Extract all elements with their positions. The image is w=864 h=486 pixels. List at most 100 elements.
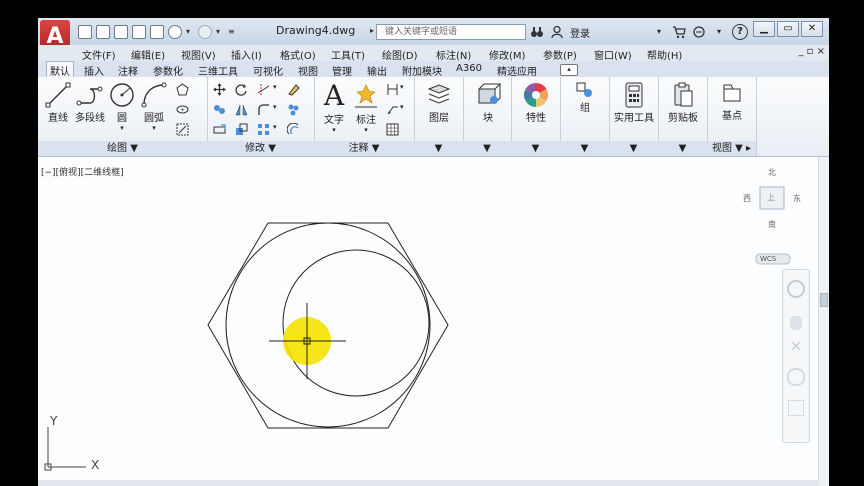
arc-dropdown-icon[interactable]: ▾ — [140, 124, 168, 132]
trim-dropdown-icon[interactable]: ▾ — [273, 83, 286, 96]
doc-window-controls[interactable]: _ ▫ × — [798, 46, 825, 57]
binoculars-icon[interactable] — [530, 25, 544, 39]
ellipse-icon[interactable] — [176, 103, 189, 116]
explode-icon[interactable] — [287, 103, 300, 116]
tab-addins[interactable]: 附加模块 — [402, 63, 442, 78]
array-dropdown-icon[interactable]: ▾ — [273, 123, 286, 136]
search-input[interactable]: 键入关键字或短语 — [376, 24, 526, 40]
group-button[interactable]: 组 — [568, 81, 602, 114]
polygon-icon[interactable] — [176, 83, 189, 96]
properties-button[interactable]: 特性 — [519, 81, 553, 124]
open-file-icon[interactable] — [96, 25, 110, 39]
panel-layers-footer[interactable]: ▼ — [414, 141, 463, 156]
menu-format[interactable]: 格式(O) — [280, 47, 316, 62]
arc-tool-button[interactable]: 圆弧 ▾ — [140, 81, 168, 132]
clipboard-button[interactable]: 剪贴板 — [664, 81, 702, 124]
menu-parametric[interactable]: 参数(P) — [543, 47, 577, 62]
hatch-icon[interactable] — [176, 123, 189, 136]
viewcube-east[interactable]: 东 — [793, 193, 801, 204]
fillet-icon[interactable] — [257, 103, 270, 116]
panel-properties-footer[interactable]: ▼ — [511, 141, 560, 156]
dimension-tool-button[interactable]: 标注 ▾ — [352, 81, 380, 134]
maximize-button[interactable]: ▭ — [777, 21, 799, 37]
menu-modify[interactable]: 修改(M) — [489, 47, 525, 62]
menu-insert[interactable]: 插入(I) — [231, 47, 262, 62]
line-tool-button[interactable]: 直线 — [44, 81, 72, 124]
panel-groups-footer[interactable]: ▼ — [560, 141, 609, 156]
panel-block-footer[interactable]: ▼ — [463, 141, 511, 156]
array-icon[interactable] — [257, 123, 270, 136]
fillet-dropdown-icon[interactable]: ▾ — [273, 103, 286, 116]
mirror-icon[interactable] — [235, 103, 248, 116]
menu-dimension[interactable]: 标注(N) — [436, 47, 471, 62]
redo-dropdown-icon[interactable]: ▾ — [216, 25, 224, 39]
panel-utilities-footer[interactable]: ▼ — [609, 141, 658, 156]
panel-clipboard-footer[interactable]: ▼ — [658, 141, 707, 156]
menu-window[interactable]: 窗口(W) — [594, 47, 632, 62]
linear-dim-icon[interactable] — [386, 83, 399, 96]
save-as-icon[interactable] — [132, 25, 146, 39]
drawing-viewport[interactable]: [−][俯视][二维线框] Y X 北 西 东 南 上 WCS ✕ — [38, 157, 829, 486]
redo-icon[interactable] — [198, 25, 212, 39]
scale-icon[interactable] — [235, 123, 248, 136]
orbit-icon[interactable] — [787, 368, 805, 386]
stretch-icon[interactable] — [213, 123, 226, 136]
search-expand-icon[interactable]: ▸ — [370, 26, 374, 35]
base-point-button[interactable]: 基点 — [713, 81, 751, 122]
user-icon[interactable] — [550, 25, 564, 39]
circle-tool-button[interactable]: 圆 ▾ — [108, 81, 136, 132]
login-dropdown-icon[interactable]: ▾ — [652, 25, 666, 39]
ribbon-minimize-icon[interactable]: ▴ — [560, 64, 578, 76]
showmotion-icon[interactable] — [788, 400, 804, 416]
menu-help[interactable]: 帮助(H) — [647, 47, 682, 62]
zoom-extents-icon[interactable]: ✕ — [789, 340, 803, 354]
viewcube-face-top[interactable]: 上 — [767, 192, 775, 203]
menu-view[interactable]: 视图(V) — [181, 47, 216, 62]
vertical-scrollbar[interactable] — [818, 157, 829, 486]
wcs-menu[interactable]: WCS — [760, 254, 776, 264]
tab-output[interactable]: 输出 — [367, 63, 387, 78]
menu-draw[interactable]: 绘图(D) — [382, 47, 418, 62]
help-icon[interactable]: ? — [732, 24, 748, 40]
tab-annotate[interactable]: 注释 — [118, 63, 138, 78]
layers-button[interactable]: 图层 — [422, 81, 456, 124]
panel-view-footer[interactable]: 视图 ▼ ▸ — [707, 141, 756, 156]
exchange-dropdown-icon[interactable]: ▾ — [712, 25, 726, 39]
undo-icon[interactable] — [168, 25, 182, 39]
tab-insert[interactable]: 插入 — [84, 63, 104, 78]
save-icon[interactable] — [114, 25, 128, 39]
leader-dropdown-icon[interactable]: ▾ — [400, 103, 413, 116]
move-icon[interactable] — [213, 83, 226, 96]
dimension-dropdown-icon[interactable]: ▾ — [352, 126, 380, 134]
text-tool-button[interactable]: A 文字 ▾ — [320, 81, 348, 135]
undo-dropdown-icon[interactable]: ▾ — [186, 25, 194, 39]
tab-featured-apps[interactable]: 精选应用 — [497, 63, 537, 78]
circle-dropdown-icon[interactable]: ▾ — [108, 124, 136, 132]
menu-edit[interactable]: 编辑(E) — [131, 47, 165, 62]
vertical-scrollbar-thumb[interactable] — [820, 293, 828, 307]
customize-qat-icon[interactable]: ≡ — [228, 25, 236, 39]
polyline-tool-button[interactable]: 多段线 — [73, 81, 107, 124]
copy-icon[interactable] — [213, 103, 226, 116]
panel-draw-footer[interactable]: 绘图 ▼ — [38, 141, 207, 156]
print-icon[interactable] — [150, 25, 164, 39]
trim-icon[interactable] — [257, 83, 270, 96]
tab-parametric[interactable]: 参数化 — [153, 63, 183, 78]
offset-icon[interactable] — [287, 123, 300, 136]
linear-dim-dropdown-icon[interactable]: ▾ — [400, 83, 413, 96]
table-icon[interactable] — [386, 123, 399, 136]
minimize-button[interactable]: ▁ — [753, 21, 775, 37]
tab-manage[interactable]: 管理 — [332, 63, 352, 78]
tab-view[interactable]: 视图 — [298, 63, 318, 78]
menu-tools[interactable]: 工具(T) — [331, 47, 365, 62]
tab-3d-tools[interactable]: 三维工具 — [198, 63, 238, 78]
steering-wheel-icon[interactable] — [787, 280, 805, 298]
panel-modify-footer[interactable]: 修改 ▼ — [207, 141, 314, 156]
pan-icon[interactable] — [790, 316, 802, 330]
close-button[interactable]: ✕ — [801, 21, 823, 37]
menu-file[interactable]: 文件(F) — [82, 47, 116, 62]
cart-icon[interactable] — [672, 25, 686, 39]
login-button[interactable]: 登录 — [570, 25, 590, 40]
rotate-icon[interactable] — [235, 83, 248, 96]
tab-visualize[interactable]: 可视化 — [253, 63, 283, 78]
